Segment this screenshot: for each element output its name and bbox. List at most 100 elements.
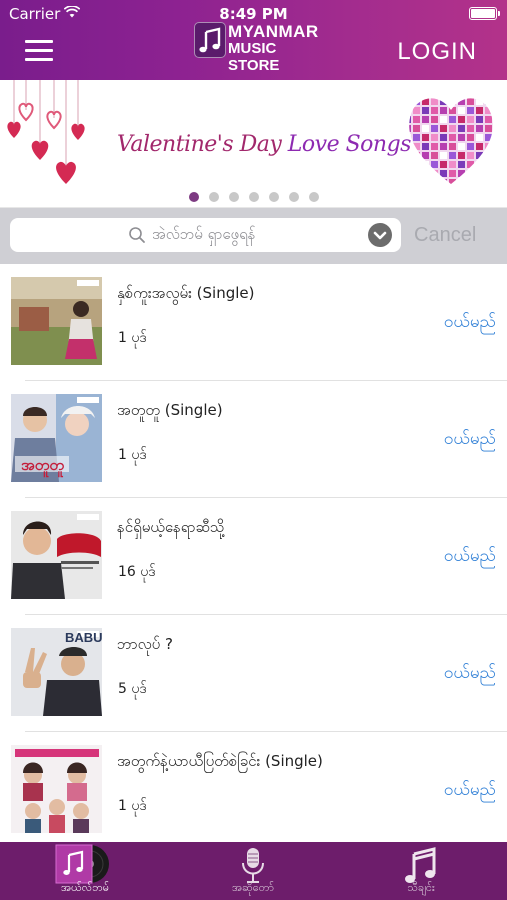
logo-text: MYANMAR MUSIC STORE bbox=[228, 23, 319, 74]
tab-bar: အယ်လ်ဘမ် အဆိုတော် သီချင်း bbox=[0, 842, 507, 900]
search-placeholder: အဲလ်ဘမ် ရှာဖွေရန် bbox=[152, 225, 256, 243]
heart-tile bbox=[485, 134, 492, 141]
heart-tile bbox=[476, 116, 483, 123]
heart-tile bbox=[409, 116, 411, 123]
heart-tile bbox=[431, 125, 438, 132]
app-header: Carrier 8:49 PM MYANMAR MUSIC STORE LOGI… bbox=[0, 0, 507, 80]
heart-tile bbox=[431, 116, 438, 123]
carousel-dot[interactable] bbox=[269, 192, 279, 202]
buy-button[interactable]: ဝယ်မည် bbox=[444, 545, 496, 570]
album-title: နှစ်ကူးအလွမ်း (Single) bbox=[117, 284, 255, 302]
heart-tile bbox=[494, 116, 499, 123]
heart-tile bbox=[431, 179, 438, 185]
battery-icon bbox=[469, 7, 500, 20]
tab-songs[interactable]: သီချင်း bbox=[376, 842, 466, 900]
heart-tile bbox=[409, 98, 411, 105]
buy-button[interactable]: ဝယ်မည် bbox=[444, 428, 496, 453]
heart-tile bbox=[458, 107, 465, 114]
heart-tile bbox=[485, 116, 492, 123]
heart-tile bbox=[431, 143, 438, 150]
heart-tile bbox=[440, 179, 447, 185]
heart-tile bbox=[413, 89, 420, 96]
carousel-dot[interactable] bbox=[189, 192, 199, 202]
menu-icon[interactable] bbox=[25, 40, 53, 62]
buy-button[interactable]: ဝယ်မည် bbox=[444, 779, 496, 804]
list-item[interactable]: အတွက်နဲ့ယာယီပြတ်စဲခြင်း (Single) 1 ပုဒ် … bbox=[0, 732, 507, 842]
heart-tile bbox=[476, 98, 483, 105]
heart-tile bbox=[422, 107, 429, 114]
album-cover bbox=[11, 511, 102, 599]
heart-tile bbox=[476, 107, 483, 114]
heart-tile bbox=[458, 89, 465, 96]
heart-tile bbox=[485, 143, 492, 150]
carousel-dot[interactable] bbox=[209, 192, 219, 202]
heart-tile bbox=[409, 152, 411, 159]
album-list: နှစ်ကူးအလွမ်း (Single) 1 ပုဒ် ဝယ်မည် အတူ… bbox=[0, 264, 507, 842]
heart-tile bbox=[494, 170, 499, 177]
heart-tile bbox=[409, 179, 411, 185]
heart-tile bbox=[476, 179, 483, 185]
album-cover: အတူတူ bbox=[11, 394, 102, 482]
banner-title-part2: Love Songs bbox=[287, 132, 412, 157]
track-count: 1 ပုဒ် bbox=[118, 798, 147, 814]
list-item[interactable]: နှစ်ကူးအလွမ်း (Single) 1 ပုဒ် ဝယ်မည် bbox=[0, 264, 507, 381]
carousel-dot[interactable] bbox=[229, 192, 239, 202]
search-input[interactable]: အဲလ်ဘမ် ရှာဖွေရန် bbox=[10, 218, 401, 252]
app-logo: MYANMAR MUSIC STORE bbox=[194, 20, 318, 74]
heart-tile bbox=[413, 152, 420, 159]
heart-tile bbox=[467, 161, 474, 168]
heart-tile bbox=[476, 89, 483, 96]
heart-tile bbox=[409, 143, 411, 150]
heart-tile bbox=[431, 107, 438, 114]
heart-tile bbox=[449, 125, 456, 132]
tab-albums[interactable]: အယ်လ်ဘမ် bbox=[40, 842, 130, 900]
album-cover bbox=[11, 745, 102, 833]
heart-tile bbox=[449, 179, 456, 185]
heart-tile bbox=[494, 152, 499, 159]
heart-tile bbox=[485, 98, 492, 105]
heart-tile bbox=[409, 134, 411, 141]
heart-tile bbox=[449, 161, 456, 168]
album-title: အတွက်နဲ့ယာယီပြတ်စဲခြင်း (Single) bbox=[117, 752, 323, 770]
heart-tile bbox=[440, 152, 447, 159]
carousel-dot[interactable] bbox=[249, 192, 259, 202]
album-cover bbox=[11, 277, 102, 365]
heart-tile bbox=[431, 152, 438, 159]
heart-tile bbox=[485, 89, 492, 96]
list-item[interactable]: နင်ရှိမယ့်နေရာဆီသို့ 16 ပုဒ် ဝယ်မည် bbox=[0, 498, 507, 615]
heart-tile bbox=[476, 152, 483, 159]
banner-title: Valentine's Day Love Songs bbox=[117, 132, 411, 157]
heart-tile bbox=[440, 125, 447, 132]
buy-button[interactable]: ဝယ်မည် bbox=[444, 311, 496, 336]
buy-button[interactable]: ဝယ်မည် bbox=[444, 662, 496, 687]
heart-tile bbox=[440, 170, 447, 177]
promo-banner[interactable]: Valentine's Day Love Songs bbox=[0, 80, 507, 208]
heart-tile bbox=[458, 125, 465, 132]
heart-tile bbox=[413, 161, 420, 168]
heart-tile bbox=[467, 170, 474, 177]
heart-tile bbox=[494, 98, 499, 105]
login-button[interactable]: LOGIN bbox=[397, 38, 477, 66]
heart-tile bbox=[422, 152, 429, 159]
heart-tile bbox=[458, 152, 465, 159]
heart-tile bbox=[458, 98, 465, 105]
music-note-icon bbox=[194, 22, 226, 58]
heart-tile bbox=[449, 143, 456, 150]
list-item[interactable]: BABU ဘာလုပ် ? 5 ပုဒ် ဝယ်မည် bbox=[0, 615, 507, 732]
chevron-down-icon[interactable] bbox=[368, 223, 392, 247]
heart-tile bbox=[494, 143, 499, 150]
heart-tile bbox=[458, 170, 465, 177]
list-item[interactable]: အတူတူ အတူတူ (Single) 1 ပုဒ် ဝယ်မည် bbox=[0, 381, 507, 498]
heart-tile bbox=[422, 116, 429, 123]
heart-tile bbox=[413, 134, 420, 141]
tab-singers[interactable]: အဆိုတော် bbox=[208, 842, 298, 900]
carousel-dot[interactable] bbox=[289, 192, 299, 202]
heart-tile bbox=[431, 134, 438, 141]
heart-tile bbox=[440, 134, 447, 141]
heart-tile bbox=[404, 89, 411, 96]
heart-tile bbox=[476, 170, 483, 177]
carousel-dot[interactable] bbox=[309, 192, 319, 202]
track-count: 1 ပုဒ် bbox=[118, 330, 147, 346]
heart-tile bbox=[413, 125, 420, 132]
cancel-button[interactable]: Cancel bbox=[414, 224, 476, 247]
